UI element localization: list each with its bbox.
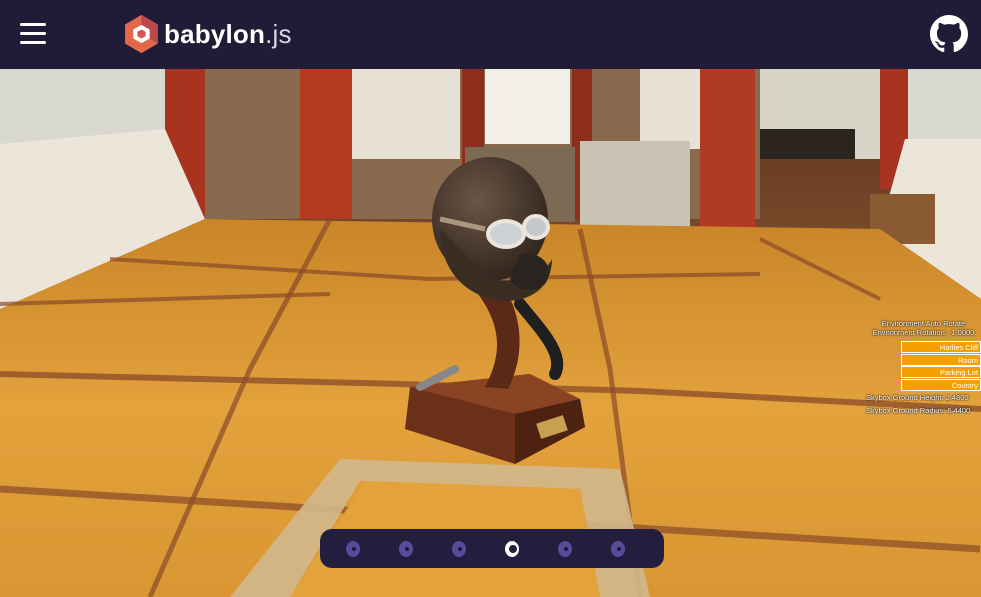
pager-dot-1[interactable] xyxy=(346,540,360,557)
env-button-harlies-cliff[interactable]: Harlies Cliff xyxy=(901,341,981,353)
github-icon[interactable] xyxy=(930,15,968,53)
env-button-room[interactable]: Room xyxy=(901,353,981,366)
logo-name: babylon xyxy=(164,18,266,49)
pager-dot-5[interactable] xyxy=(558,540,572,557)
menu-line xyxy=(20,23,46,26)
menu-line xyxy=(20,41,46,44)
pager-dot-2[interactable] xyxy=(399,540,413,557)
skybox-ground-radius-label: Skybox Ground Radius: 6.4400 xyxy=(866,405,971,415)
top-navigation-bar: babylon.js xyxy=(0,0,981,69)
pager-dot-6[interactable] xyxy=(611,540,625,557)
pager-dot-3[interactable] xyxy=(452,540,466,557)
auto-rotate-label[interactable]: Environment Auto Rotate xyxy=(866,319,981,328)
env-button-parking-lot[interactable]: Parking Lot xyxy=(901,366,981,378)
scene-render xyxy=(0,69,981,597)
logo-text: babylon.js xyxy=(164,19,292,50)
pager-dot-4-active[interactable] xyxy=(505,540,519,557)
skybox-ground-height-label: Skybox Ground Height: 2.4800 xyxy=(866,392,969,402)
logo-extension: .js xyxy=(265,18,292,49)
env-button-country[interactable]: Country xyxy=(901,378,981,391)
babylon-3d-viewport[interactable]: Environment Auto Rotate Environment Rota… xyxy=(0,69,981,597)
environment-settings-panel: Environment Auto Rotate Environment Rota… xyxy=(866,319,981,415)
babylonjs-logo[interactable]: babylon.js xyxy=(123,12,292,56)
scene-pager xyxy=(320,529,664,568)
environment-rotation-label: Environment Rotation: -1.0000 xyxy=(872,328,975,337)
hamburger-menu-icon[interactable] xyxy=(20,22,48,46)
babylon-hexagon-icon xyxy=(125,14,158,54)
menu-line xyxy=(20,32,46,35)
